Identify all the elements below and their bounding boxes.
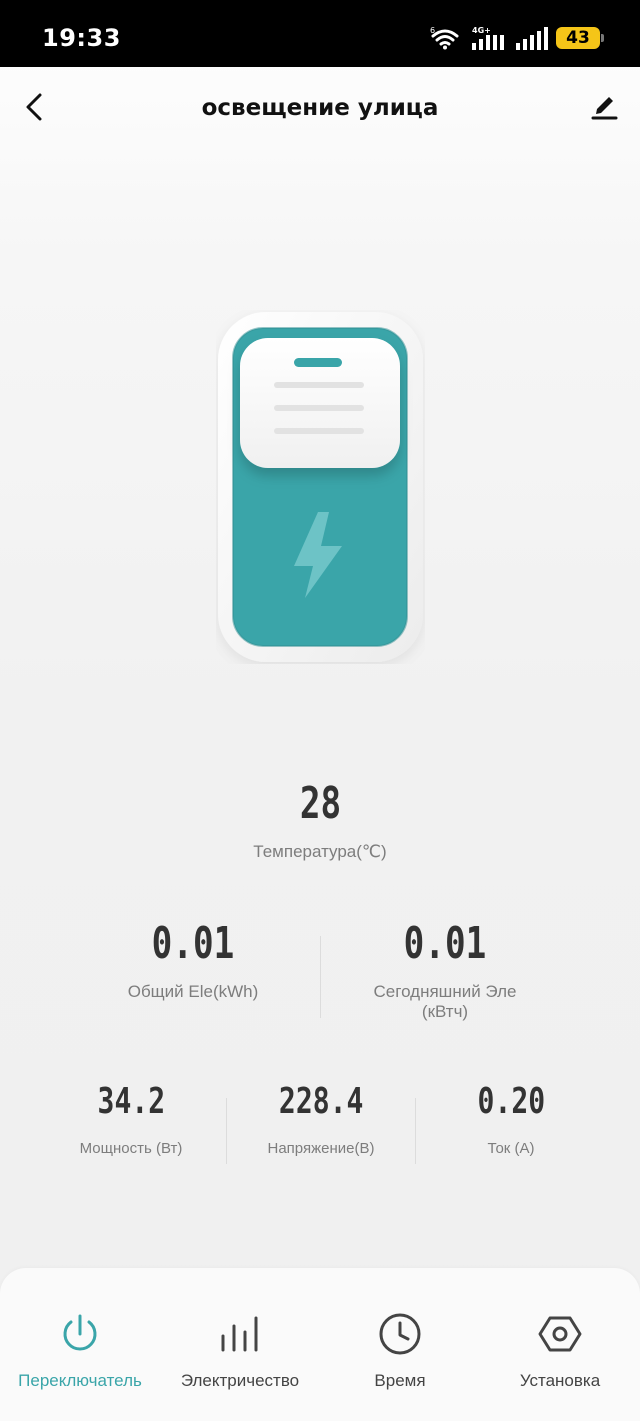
status-icons: 6 4G+ 43 (430, 24, 604, 52)
nav-time[interactable]: Время (320, 1310, 480, 1391)
nav-electricity[interactable]: Электричество (160, 1310, 320, 1391)
nav-time-label: Время (374, 1371, 426, 1390)
power-reading: 34.2 Мощность (Вт) (36, 1081, 226, 1158)
energy-row: 0.01 Общий Ele(kWh) 0.01 Сегодняшний Эле… (0, 920, 640, 1030)
header: освещение улица (0, 67, 640, 151)
status-time: 19:33 (42, 24, 121, 52)
current-value: 0.20 (477, 1081, 545, 1122)
temperature-label: Температура(℃) (253, 842, 387, 861)
battery-level: 43 (566, 28, 590, 48)
status-bar: 19:33 6 4G+ 43 (0, 0, 640, 67)
electric-params-row: 34.2 Мощность (Вт) 228.4 Напряжение(В) 0… (0, 1082, 640, 1172)
temperature-reading: 28 Температура(℃) (0, 780, 640, 862)
wifi-icon: 6 (430, 26, 460, 50)
today-energy-label: Сегодняшний Эле (кВтч) (373, 982, 517, 1021)
svg-text:6: 6 (430, 26, 435, 35)
edit-button[interactable] (584, 89, 624, 129)
today-energy-value: 0.01 (403, 918, 487, 969)
bottom-nav: Переключатель Электричество Время Устано… (0, 1268, 640, 1421)
cell-signal-2-icon (514, 25, 548, 51)
page-title: освещение улица (201, 95, 439, 121)
nav-switch[interactable]: Переключатель (0, 1310, 160, 1391)
nav-electricity-label: Электричество (180, 1371, 300, 1390)
total-energy-value: 0.01 (151, 918, 235, 969)
network-label: 4G+ (472, 26, 491, 35)
cell-signal-icon: 4G+ (468, 25, 506, 51)
settings-hex-icon (480, 1310, 640, 1358)
bar-chart-icon (160, 1310, 320, 1358)
current-label: Ток (А) (487, 1140, 535, 1157)
pencil-icon (590, 93, 618, 126)
nav-settings[interactable]: Установка (480, 1310, 640, 1391)
current-reading: 0.20 Ток (А) (416, 1081, 606, 1158)
clock-icon (320, 1310, 480, 1358)
battery-indicator: 43 (556, 27, 604, 49)
voltage-label: Напряжение(В) (267, 1140, 375, 1157)
nav-settings-label: Установка (519, 1371, 601, 1390)
voltage-reading: 228.4 Напряжение(В) (226, 1081, 416, 1158)
today-energy-reading: 0.01 Сегодняшний Эле (кВтч) (295, 920, 595, 1022)
device-switch[interactable] (216, 310, 425, 664)
nav-switch-label: Переключатель (18, 1371, 142, 1390)
power-label: Мощность (Вт) (79, 1140, 183, 1157)
power-icon (0, 1310, 160, 1358)
voltage-value: 228.4 (278, 1081, 364, 1122)
temperature-value: 28 (299, 778, 341, 829)
power-value: 34.2 (97, 1081, 165, 1122)
